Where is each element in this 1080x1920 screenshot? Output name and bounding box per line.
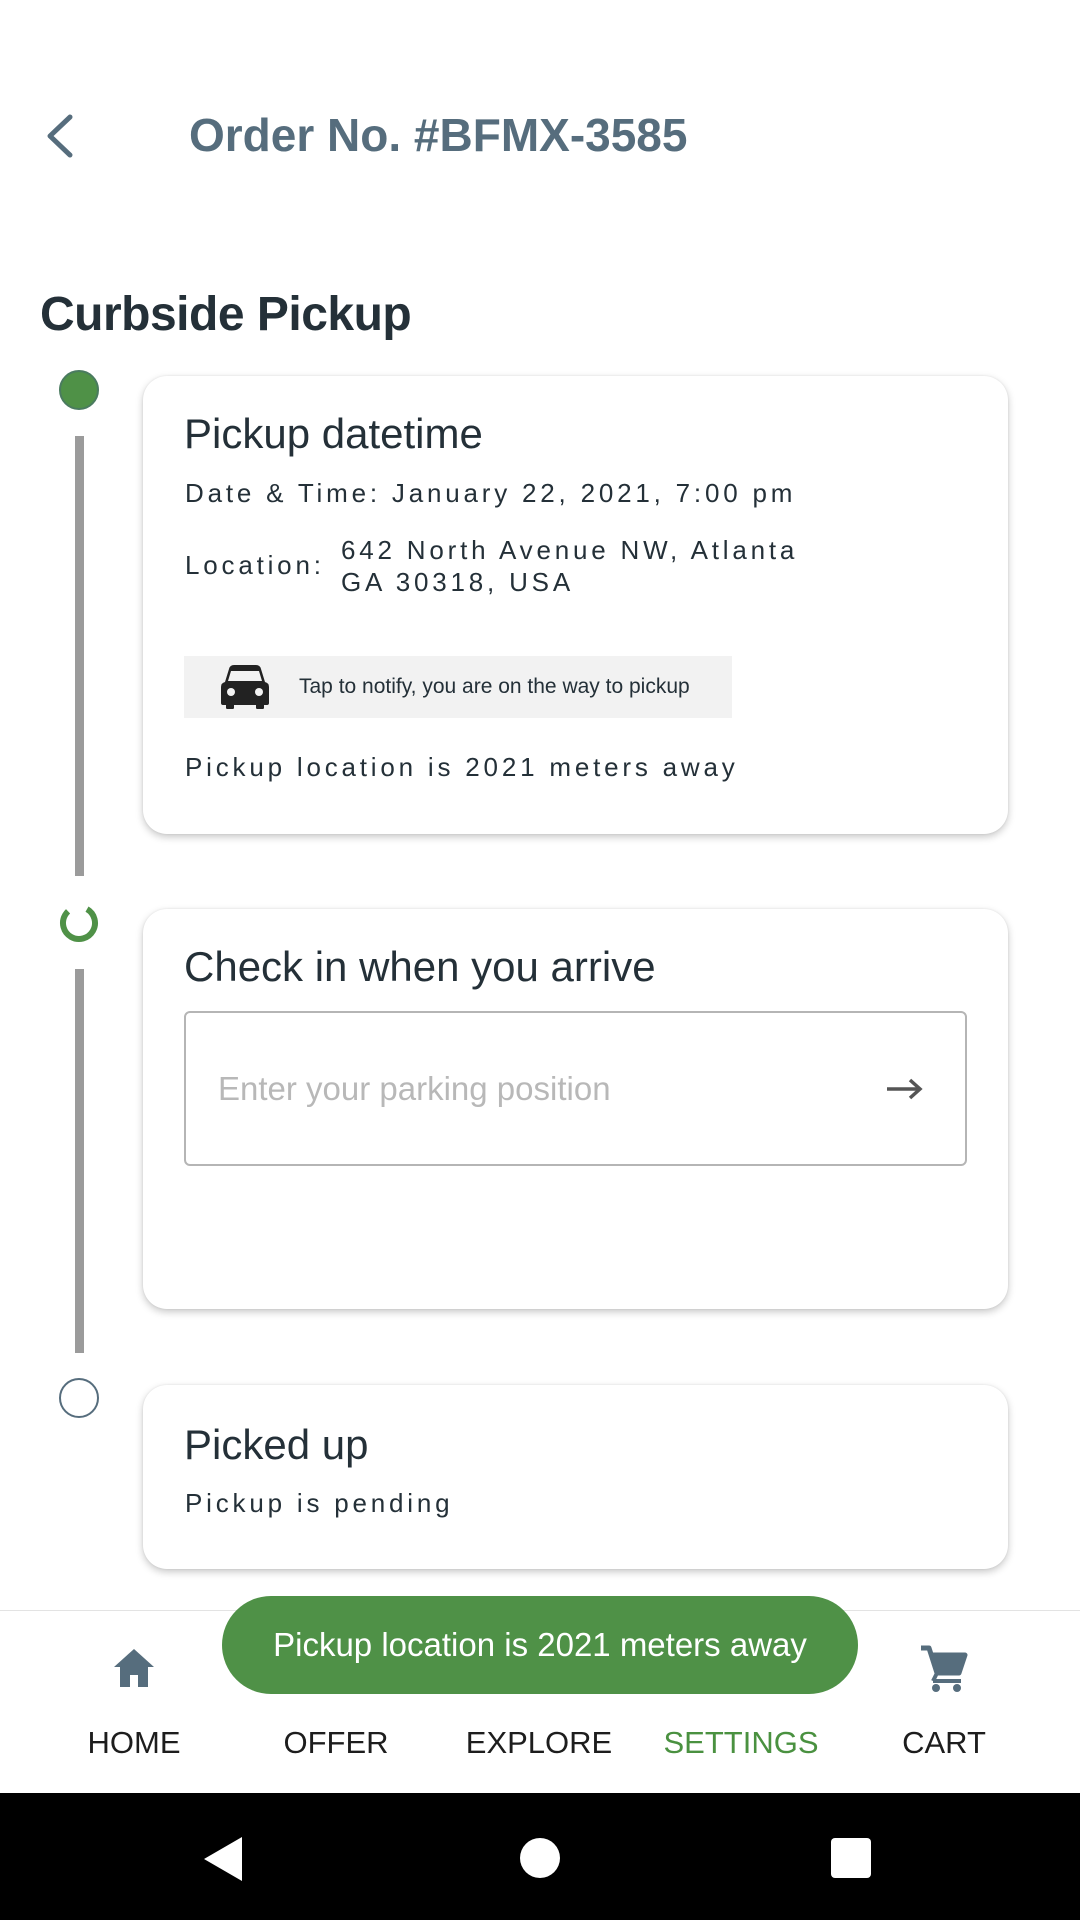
card-title: Pickup datetime — [184, 410, 483, 457]
notify-label: Tap to notify, you are on the way to pic… — [299, 675, 690, 698]
parking-position-input[interactable] — [216, 1053, 860, 1125]
pickup-status-text: Pickup is pending — [185, 1488, 454, 1518]
system-back-icon[interactable] — [204, 1837, 244, 1881]
distance-text: Pickup location is 2021 meters away — [185, 752, 739, 782]
step-pending-indicator — [59, 1378, 99, 1418]
nav-label: HOME — [87, 1725, 181, 1760]
order-pickup-screen: Order No. #BFMX-3585 Curbside Pickup Pic… — [0, 0, 1080, 1920]
chevron-left-icon — [47, 114, 73, 158]
pickup-datetime-text: Date & Time: January 22, 2021, 7:00 pm — [185, 478, 797, 508]
nav-label: CART — [902, 1725, 986, 1760]
system-home-icon[interactable] — [520, 1838, 560, 1878]
check-in-card: Check in when you arrive — [143, 909, 1008, 1309]
section-title: Curbside Pickup — [40, 288, 412, 341]
picked-up-card: Picked up Pickup is pending — [143, 1385, 1008, 1569]
pickup-datetime-card: Pickup datetime Date & Time: January 22,… — [143, 376, 1008, 834]
card-title: Picked up — [184, 1421, 369, 1468]
location-label: Location: — [185, 550, 325, 580]
arrow-right-icon[interactable] — [885, 1069, 925, 1109]
step-done-indicator — [59, 370, 99, 410]
page-title: Order No. #BFMX-3585 — [189, 109, 688, 161]
system-recents-icon[interactable] — [831, 1838, 871, 1878]
notify-on-the-way-button[interactable]: Tap to notify, you are on the way to pic… — [184, 656, 732, 718]
timeline-connector — [75, 436, 84, 876]
location-line-2: GA 30318, USA — [341, 567, 574, 597]
home-icon — [114, 1649, 154, 1687]
nav-label: EXPLORE — [465, 1725, 613, 1760]
nav-label: SETTINGS — [663, 1725, 819, 1760]
location-line-1: 642 North Avenue NW, Atlanta — [341, 535, 799, 565]
cart-icon — [921, 1645, 968, 1692]
card-title: Check in when you arrive — [184, 943, 656, 990]
step-progress-indicator — [60, 904, 98, 942]
nav-label: OFFER — [283, 1725, 389, 1760]
timeline-connector — [75, 969, 84, 1353]
location-value: 642 North Avenue NW, Atlanta GA 30318, U… — [341, 534, 798, 598]
nav-cart[interactable]: CART — [844, 1611, 1044, 1794]
system-navigation-bar — [0, 1793, 1080, 1920]
nav-home[interactable]: HOME — [34, 1611, 234, 1794]
parking-position-field — [184, 1011, 967, 1166]
car-icon — [221, 665, 269, 709]
back-button[interactable] — [36, 106, 84, 166]
toast-message: Pickup location is 2021 meters away — [222, 1596, 858, 1694]
